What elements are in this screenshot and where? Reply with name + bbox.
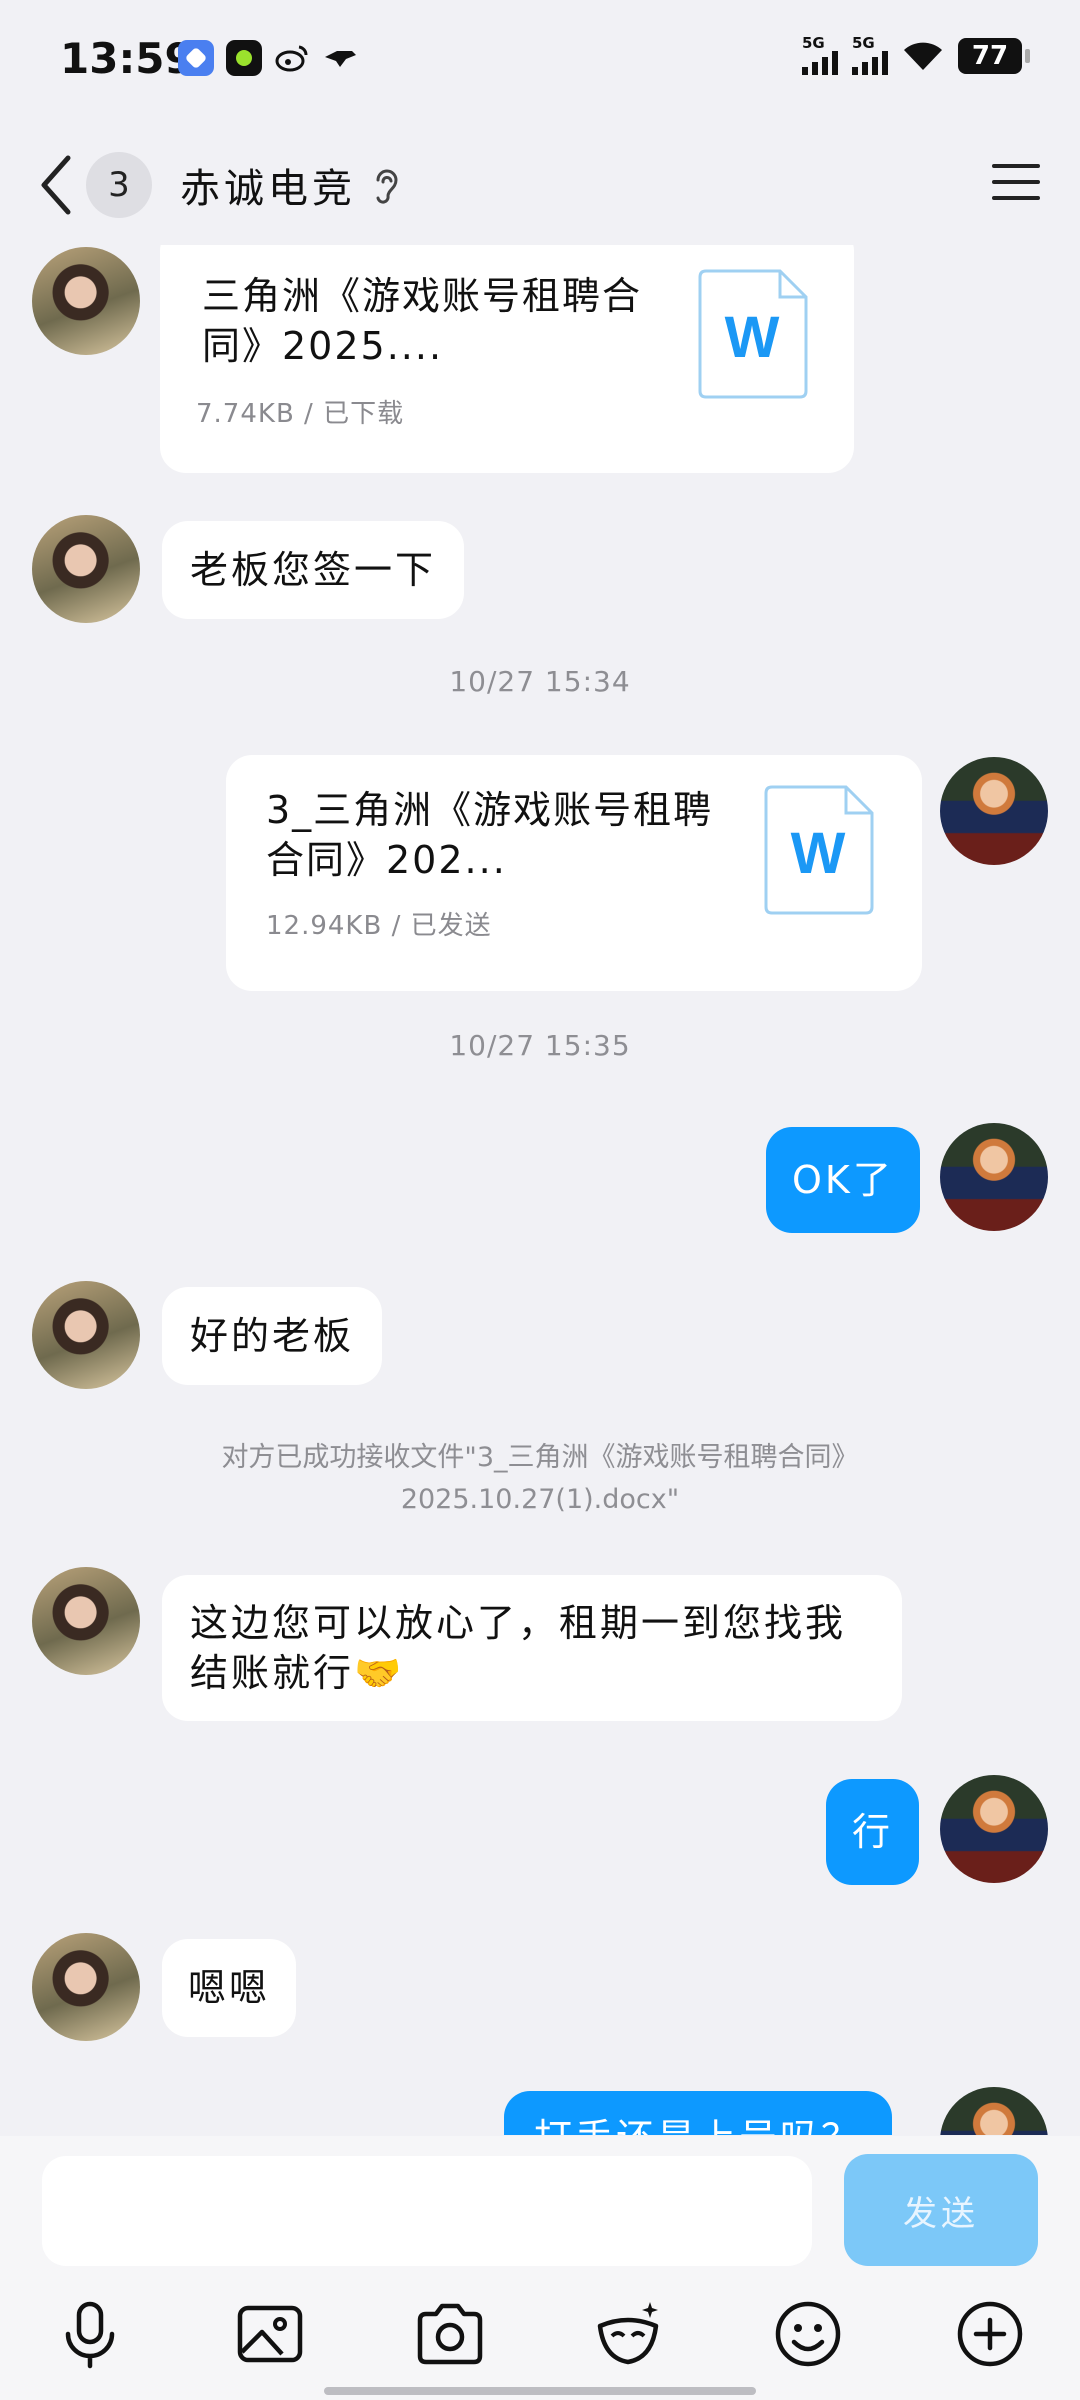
message-timestamp: 10/27 15:35 (449, 1029, 631, 1062)
status-app-icons (178, 40, 358, 76)
my-avatar[interactable] (940, 757, 1048, 865)
message-bubble-sent[interactable]: OK了 (766, 1127, 920, 1233)
my-avatar[interactable] (940, 1123, 1048, 1231)
message-bubble[interactable]: 嗯嗯 (162, 1939, 297, 2037)
file-name: 三角洲《游戏账号租聘合同》2025.... (202, 274, 643, 368)
plus-icon[interactable] (952, 2296, 1028, 2372)
status-bar: 13:59 5G 5G 77 (0, 0, 1080, 120)
svg-text:W: W (725, 305, 780, 370)
chat-title[interactable]: 赤诚电竞 (180, 156, 356, 214)
message-bubble[interactable]: 好的老板 (162, 1287, 383, 1385)
mic-icon[interactable] (52, 2296, 128, 2372)
file-message-card[interactable]: 三角洲《游戏账号租聘合同》2025.... 7.74KB / 已下载 W (160, 245, 854, 473)
message-bubble-sent[interactable]: 行 (826, 1779, 920, 1885)
wifi-icon (904, 42, 942, 70)
file-message-card[interactable]: 3_三角洲《游戏账号租聘合同》202... 12.94KB / 已发送 W (226, 755, 922, 991)
sticker-icon[interactable] (590, 2296, 666, 2372)
word-file-icon: W (698, 269, 808, 399)
message-timestamp: 10/27 15:34 (449, 665, 631, 698)
contact-avatar[interactable] (32, 1933, 140, 2041)
contact-avatar[interactable] (32, 1281, 140, 1389)
message-input[interactable] (42, 2156, 812, 2266)
app-notification-icon (178, 40, 214, 76)
status-indicators: 5G 5G 77 (802, 36, 1030, 75)
gallery-icon[interactable] (232, 2296, 308, 2372)
chat-header: 3 赤诚电竞 (0, 130, 1080, 240)
contact-avatar[interactable] (32, 247, 140, 355)
ear-icon[interactable] (368, 164, 404, 208)
send-button[interactable]: 发送 (844, 2154, 1038, 2266)
message-bubble[interactable]: 老板您签一下 (162, 521, 465, 619)
file-name: 3_三角洲《游戏账号租聘合同》202... (266, 788, 714, 882)
my-avatar[interactable] (940, 2087, 1048, 2135)
contact-avatar[interactable] (32, 515, 140, 623)
system-notice: 对方已成功接收文件"3_三角洲《游戏账号租聘合同》2025.10.27(1).d… (221, 1442, 859, 1515)
bird-app-icon (322, 40, 358, 76)
cellular-signal-1: 5G (802, 36, 838, 75)
network-type-label: 5G (852, 34, 875, 52)
app-notification-icon (226, 40, 262, 76)
message-list[interactable]: 三角洲《游戏账号租聘合同》2025.... 7.74KB / 已下载 W 老板您… (0, 245, 1080, 2135)
battery-indicator: 77 (958, 37, 1030, 74)
unread-count-badge[interactable]: 3 (86, 152, 152, 218)
status-time: 13:59 (60, 34, 194, 83)
back-icon[interactable] (36, 150, 76, 220)
message-bubble-sent[interactable]: 打手还是上号吗？ (504, 2091, 893, 2135)
emoji-icon[interactable] (770, 2296, 846, 2372)
cellular-signal-2: 5G (852, 36, 888, 75)
camera-icon[interactable] (412, 2296, 488, 2372)
word-file-icon: W (764, 785, 874, 915)
file-meta: 7.74KB / 已下载 (196, 399, 405, 429)
network-type-label: 5G (802, 34, 825, 52)
composer-toolbar (0, 2296, 1080, 2376)
weibo-icon (274, 40, 310, 76)
home-indicator[interactable] (324, 2387, 756, 2395)
my-avatar[interactable] (940, 1775, 1048, 1883)
contact-avatar[interactable] (32, 1567, 140, 1675)
svg-text:W: W (791, 821, 846, 886)
message-bubble[interactable]: 这边您可以放心了，租期一到您找我结账就行🤝 (162, 1575, 902, 1721)
file-meta: 12.94KB / 已发送 (266, 911, 492, 941)
composer: 发送 (0, 2136, 1080, 2400)
menu-icon[interactable] (990, 160, 1042, 204)
